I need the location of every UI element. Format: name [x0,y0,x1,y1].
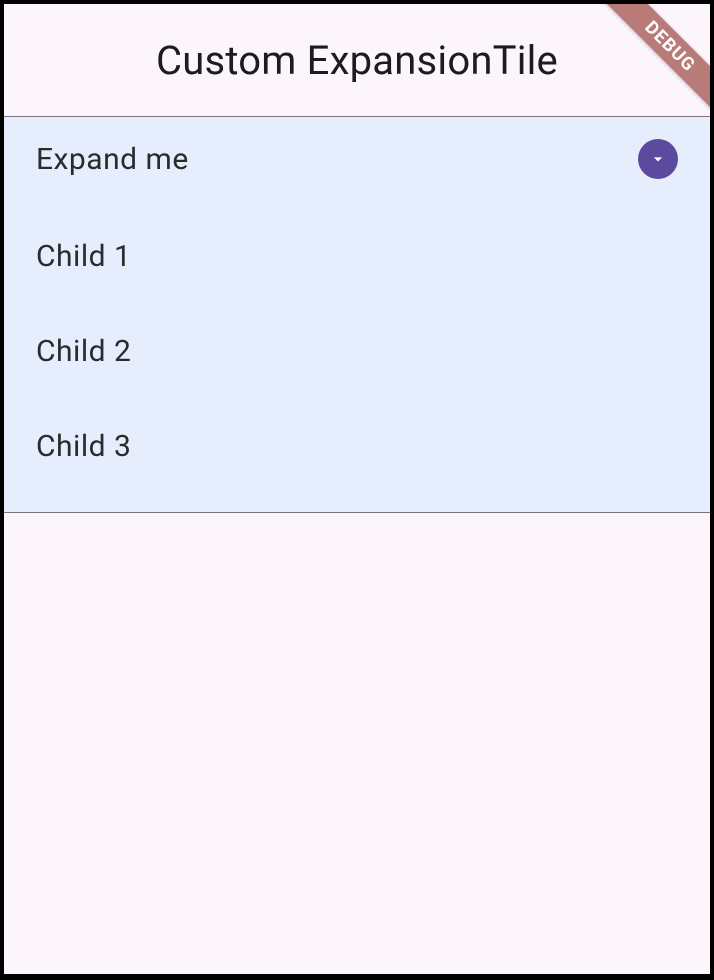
app-window: Custom ExpansionTile DEBUG Expand me Chi… [4,4,710,974]
expansion-tile-children: Child 1 Child 2 Child 3 [4,201,710,512]
expansion-tile-title: Expand me [36,142,189,177]
expansion-tile-header[interactable]: Expand me [4,117,710,201]
list-item[interactable]: Child 2 [4,304,710,399]
list-item[interactable]: Child 3 [4,399,710,494]
list-item[interactable]: Child 1 [4,209,710,304]
page-title: Custom ExpansionTile [156,37,558,84]
arrow-drop-down-icon[interactable] [638,139,678,179]
expansion-tile: Expand me Child 1 Child 2 Child 3 [4,116,710,513]
app-bar: Custom ExpansionTile [4,4,710,116]
